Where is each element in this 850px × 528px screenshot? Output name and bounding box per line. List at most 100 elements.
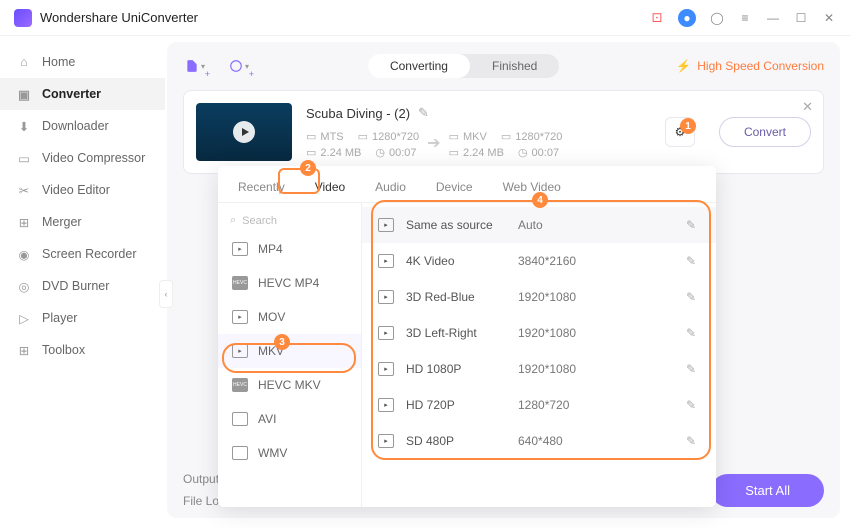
edit-icon[interactable]: ✎ (686, 326, 700, 340)
sidebar-item-toolbox[interactable]: ⊞Toolbox (0, 334, 165, 366)
sidebar-label: Toolbox (42, 343, 85, 357)
sidebar-item-editor[interactable]: ✂ Video Editor (0, 174, 165, 206)
card-close[interactable]: ✕ (802, 99, 813, 115)
video-icon: ▸ (378, 254, 394, 268)
badge-3: 3 (274, 334, 290, 350)
video-file-icon: ▸ (232, 310, 248, 324)
edit-icon[interactable]: ✎ (686, 218, 700, 232)
converter-icon: ▣ (16, 86, 32, 102)
edit-icon[interactable]: ✎ (686, 254, 700, 268)
video-icon: ▸ (378, 290, 394, 304)
sidebar-item-player[interactable]: ▷ Player (0, 302, 165, 334)
app-title: Wondershare UniConverter (40, 10, 650, 25)
tab-video[interactable]: Video (309, 174, 351, 202)
sidebar-item-recorder[interactable]: ◉Screen Recorder (0, 238, 165, 270)
headset-icon[interactable]: ◯ (710, 11, 724, 25)
sidebar-label: Player (42, 311, 77, 325)
format-avi[interactable]: AVI (218, 402, 361, 436)
gift-icon[interactable]: ⚀ (650, 11, 664, 25)
edit-icon[interactable]: ✎ (686, 362, 700, 376)
start-all-button[interactable]: Start All (711, 474, 824, 507)
tab-audio[interactable]: Audio (369, 174, 412, 202)
format-wmv[interactable]: WMV (218, 436, 361, 470)
edit-icon[interactable]: ✎ (686, 398, 700, 412)
src-res: ▭ 1280*720 (358, 130, 420, 143)
res-4k[interactable]: ▸4K Video3840*2160✎ (362, 243, 716, 279)
dst-size: ▭ 2.24 MB (449, 146, 504, 159)
play-icon: ▷ (16, 310, 32, 326)
video-file-icon: ▸ (232, 242, 248, 256)
record-icon: ◉ (16, 246, 32, 262)
edit-name-icon[interactable]: ✎ (418, 105, 429, 121)
add-url-button[interactable]: +▾ (227, 54, 251, 78)
file-name: Scuba Diving - (2) (306, 106, 410, 121)
video-thumbnail[interactable] (196, 103, 292, 161)
maximize-icon[interactable]: ☐ (794, 11, 808, 25)
sidebar-item-converter[interactable]: ▣Converter (0, 78, 165, 110)
menu-icon[interactable]: ≡ (738, 11, 752, 25)
sidebar-item-dvd[interactable]: ◎DVD Burner (0, 270, 165, 302)
video-icon: ▸ (378, 398, 394, 412)
play-icon (233, 121, 255, 143)
format-hevcmp4[interactable]: HEVCHEVC MP4 (218, 266, 361, 300)
video-file-icon (232, 412, 248, 426)
close-icon[interactable]: ✕ (822, 11, 836, 25)
video-icon: ▸ (378, 218, 394, 232)
home-icon: ⌂ (16, 54, 32, 70)
scissors-icon: ✂ (16, 182, 32, 198)
video-file-icon: ▸ (232, 344, 248, 358)
high-speed-conversion[interactable]: ⚡High Speed Conversion (676, 59, 824, 73)
res-same-source[interactable]: ▸Same as sourceAuto✎ (362, 207, 716, 243)
sidebar-item-home[interactable]: ⌂ Home (0, 46, 165, 78)
sidebar-item-downloader[interactable]: ⬇ Downloader (0, 110, 165, 142)
res-3d-rb[interactable]: ▸3D Red-Blue1920*1080✎ (362, 279, 716, 315)
sidebar-label: Video Editor (42, 183, 110, 197)
badge-2: 2 (300, 160, 316, 176)
src-size: ▭ 2.24 MB (306, 146, 361, 159)
tab-device[interactable]: Device (430, 174, 479, 202)
sidebar-label: Merger (42, 215, 82, 229)
res-3d-lr[interactable]: ▸3D Left-Right1920*1080✎ (362, 315, 716, 351)
tab-recently[interactable]: Recently (232, 174, 291, 202)
res-720p[interactable]: ▸HD 720P1280*720✎ (362, 387, 716, 423)
format-popup: Recently Video Audio Device Web Video ⌕S… (218, 166, 716, 507)
format-mov[interactable]: ▸MOV (218, 300, 361, 334)
res-480p[interactable]: ▸SD 480P640*480✎ (362, 423, 716, 459)
add-file-button[interactable]: +▾ (183, 54, 207, 78)
res-1080p[interactable]: ▸HD 1080P1920*1080✎ (362, 351, 716, 387)
convert-button[interactable]: Convert (719, 117, 811, 147)
badge-1: 1 (680, 118, 696, 134)
sidebar: ⌂ Home ▣Converter ⬇ Downloader ▭Video Comp… (0, 36, 165, 528)
format-hevcmkv[interactable]: HEVCHEVC MKV (218, 368, 361, 402)
hevc-icon: HEVC (232, 276, 248, 290)
dst-dur: ◷ 00:07 (518, 146, 559, 159)
dst-format: ▭ MKV (449, 130, 487, 143)
sidebar-collapse[interactable]: ‹ (159, 280, 173, 308)
hevc-icon: HEVC (232, 378, 248, 392)
merge-icon: ⊞ (16, 214, 32, 230)
status-segmented: Converting Finished (368, 54, 559, 78)
minimize-icon[interactable]: — (766, 11, 780, 25)
sidebar-label: Downloader (42, 119, 109, 133)
dst-res: ▭ 1280*720 (501, 130, 563, 143)
edit-icon[interactable]: ✎ (686, 290, 700, 304)
video-icon: ▸ (378, 434, 394, 448)
download-icon: ⬇ (16, 118, 32, 134)
video-file-icon (232, 446, 248, 460)
bolt-icon: ⚡ (676, 59, 691, 73)
sidebar-item-compressor[interactable]: ▭Video Compressor (0, 142, 165, 174)
video-icon: ▸ (378, 362, 394, 376)
format-column: ⌕Search ▸MP4 HEVCHEVC MP4 ▸MOV ▸MKV HEVC… (218, 203, 362, 507)
edit-icon[interactable]: ✎ (686, 434, 700, 448)
file-card: ✕ Scuba Diving - (2)✎ ▭ MTS ▭ 1280*720 ▭… (183, 90, 824, 174)
seg-finished[interactable]: Finished (470, 54, 559, 78)
sidebar-label: Home (42, 55, 75, 69)
format-mp4[interactable]: ▸MP4 (218, 232, 361, 266)
user-icon[interactable]: ● (678, 9, 696, 27)
search-icon: ⌕ (230, 214, 236, 227)
badge-4: 4 (532, 192, 548, 208)
sidebar-item-merger[interactable]: ⊞ Merger (0, 206, 165, 238)
seg-converting[interactable]: Converting (368, 54, 470, 78)
search-row[interactable]: ⌕Search (218, 209, 361, 232)
video-icon: ▸ (378, 326, 394, 340)
